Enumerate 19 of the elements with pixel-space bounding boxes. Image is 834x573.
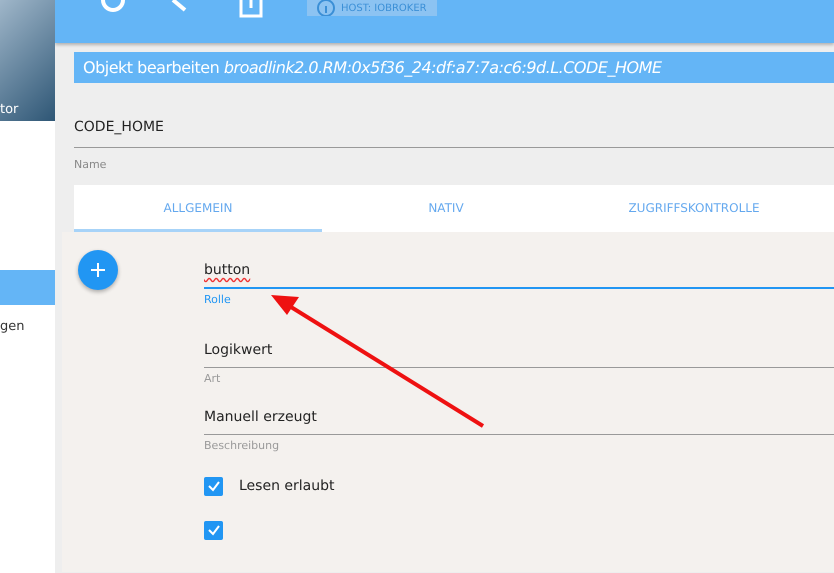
dialog-title: Objekt bearbeiten broadlink2.0.RM:0x5f36_24:df:a7:7a:c6:9d.L.CODE_HOME — [74, 52, 834, 83]
name-field[interactable]: CODE_HOME — [74, 119, 834, 148]
add-button[interactable] — [78, 250, 118, 290]
text-field[interactable]: Logikwert — [204, 342, 834, 368]
checkbox[interactable] — [204, 520, 223, 540]
text-field[interactable]: button — [204, 262, 834, 289]
checkmark-icon — [206, 523, 220, 537]
plus-icon — [90, 262, 106, 278]
checkmark-icon — [206, 479, 220, 493]
checkbox-label: Lesen erlaubt — [239, 478, 334, 494]
field-label: Rolle — [204, 293, 232, 306]
text-field[interactable]: Manuell erzeugt — [204, 409, 834, 435]
info-icon — [317, 0, 335, 16]
name-label: Name — [74, 158, 108, 171]
field-label: Art — [204, 372, 222, 385]
checkbox[interactable] — [204, 476, 223, 496]
field-label: Beschreibung — [204, 439, 280, 452]
user-name: tor — [0, 102, 18, 117]
sidebar-item[interactable]: gen — [0, 309, 55, 344]
